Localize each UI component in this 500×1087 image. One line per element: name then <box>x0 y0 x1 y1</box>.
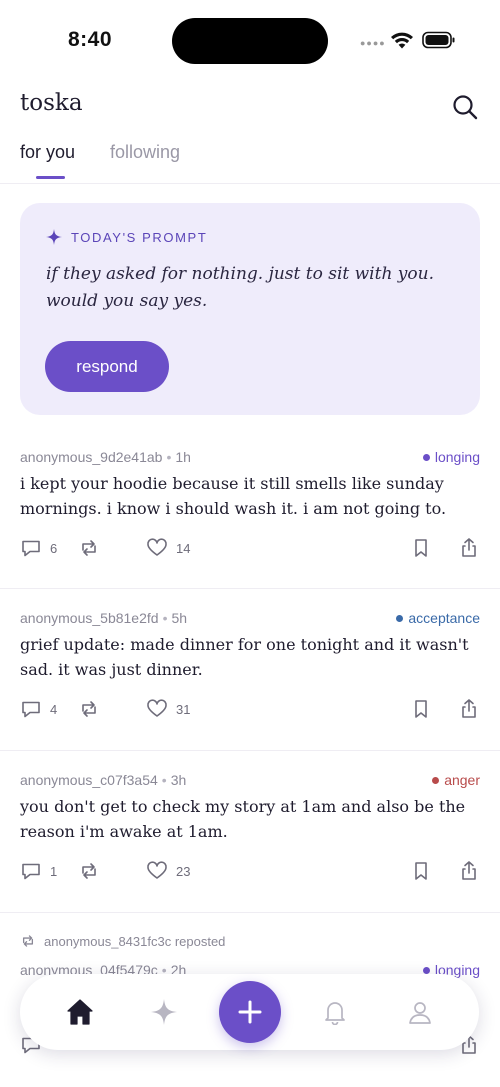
wifi-icon <box>391 32 413 49</box>
post-actions: 6 14 <box>20 537 480 563</box>
battery-icon <box>422 31 455 49</box>
nav-discover[interactable] <box>148 996 180 1028</box>
comment-icon <box>22 540 40 557</box>
tab-following[interactable]: following <box>110 142 180 163</box>
prompt-eyebrow: TODAY'S PROMPT <box>46 229 207 245</box>
home-icon <box>67 999 93 1025</box>
search-button[interactable] <box>450 92 482 124</box>
like-count: 31 <box>176 701 191 717</box>
create-post-button[interactable] <box>219 981 281 1043</box>
repost-button[interactable] <box>78 537 100 559</box>
status-bar: 8:40 ●●●● <box>0 0 500 80</box>
post-meta: anonymous_5b81e2fd • 5h <box>20 610 188 626</box>
tab-for-you[interactable]: for you <box>20 142 75 163</box>
comment-icon <box>22 701 40 718</box>
comment-button[interactable]: 1 <box>20 860 57 882</box>
post-author[interactable]: anonymous_c07f3a54 <box>20 772 158 788</box>
bell-icon <box>325 1002 345 1025</box>
mood-dot <box>422 966 430 974</box>
post-meta: anonymous_c07f3a54 • 3h <box>20 772 187 788</box>
post-card[interactable]: anonymous_5b81e2fd • 5h acceptance grief u… <box>0 610 500 751</box>
comment-count: 4 <box>50 701 58 717</box>
repost-icon <box>82 701 96 717</box>
mood-label: longing <box>434 449 480 465</box>
bookmark-button[interactable] <box>410 698 432 720</box>
search-icon <box>453 95 478 120</box>
like-button[interactable]: 23 <box>146 860 190 882</box>
sparkle-icon <box>46 229 62 245</box>
post-author[interactable]: anonymous_5b81e2fd <box>20 610 159 626</box>
repost-icon <box>82 540 96 556</box>
mood-tag[interactable]: acceptance <box>396 610 480 626</box>
nav-home[interactable] <box>64 996 96 1028</box>
reposted-indicator: anonymous_8431fc3c reposted <box>20 933 225 949</box>
like-button[interactable]: 14 <box>146 537 190 559</box>
comment-button[interactable]: 4 <box>20 698 57 720</box>
comment-button[interactable]: 6 <box>20 537 57 559</box>
todays-prompt-card: TODAY'S PROMPT if they asked for nothing… <box>20 203 480 415</box>
post-body: you don't get to check my story at 1am a… <box>20 797 466 841</box>
mood-dot <box>422 453 430 461</box>
reposted-by[interactable]: anonymous_8431fc3c reposted <box>44 934 225 949</box>
app-title: toska <box>20 90 83 116</box>
nav-profile[interactable] <box>404 996 436 1028</box>
repost-icon <box>22 935 34 947</box>
post-card[interactable]: anonymous_9d2e41ab • 1h longing i kept you… <box>0 449 500 589</box>
share-button[interactable] <box>458 537 480 559</box>
bookmark-button[interactable] <box>410 537 432 559</box>
post-body: grief update: made dinner for one tonigh… <box>20 635 469 679</box>
status-time: 8:40 <box>68 28 113 51</box>
share-icon <box>462 538 476 557</box>
nav-notifications[interactable] <box>319 996 351 1028</box>
like-button[interactable]: 31 <box>146 698 190 720</box>
like-count: 14 <box>176 540 191 556</box>
mood-label: acceptance <box>408 610 480 626</box>
post-actions: 4 31 <box>20 698 480 724</box>
prompt-text: if they asked for nothing. just to sit w… <box>46 264 434 311</box>
comment-icon <box>22 863 40 880</box>
post-card[interactable]: anonymous_c07f3a54 • 3h anger you don't ge… <box>0 772 500 913</box>
share-button[interactable] <box>458 860 480 882</box>
signal-icon: ●●●● <box>360 38 386 48</box>
prompt-label: TODAY'S PROMPT <box>71 229 208 245</box>
post-time: 5h <box>171 610 188 626</box>
mood-tag[interactable]: longing <box>422 449 480 465</box>
repost-button[interactable] <box>78 698 100 720</box>
post-actions: 1 23 <box>20 860 480 886</box>
heart-icon <box>147 861 167 879</box>
bookmark-icon <box>415 862 427 880</box>
active-tab-indicator <box>36 176 65 179</box>
comment-count: 6 <box>50 540 58 556</box>
bottom-nav <box>20 974 479 1050</box>
mood-label: anger <box>444 772 480 788</box>
mood-dot <box>396 614 404 622</box>
respond-button[interactable]: respond <box>45 341 169 392</box>
post-time: 3h <box>170 772 187 788</box>
like-count: 23 <box>176 863 191 879</box>
profile-icon <box>409 1002 431 1024</box>
repost-button[interactable] <box>78 860 100 882</box>
post-time: 1h <box>175 449 191 465</box>
bookmark-button[interactable] <box>410 860 432 882</box>
post-meta: anonymous_9d2e41ab • 1h <box>20 449 191 465</box>
comment-count: 1 <box>50 863 58 879</box>
status-icons: ●●●● <box>360 28 460 52</box>
share-icon <box>462 861 476 880</box>
mood-dot <box>432 776 440 784</box>
bookmark-icon <box>415 539 427 557</box>
dynamic-island <box>172 18 328 64</box>
heart-icon <box>147 699 167 717</box>
repost-icon <box>82 863 96 879</box>
bookmark-icon <box>415 700 427 718</box>
post-author[interactable]: anonymous_9d2e41ab <box>20 449 162 465</box>
post-body: i kept your hoodie because it still smel… <box>20 474 447 518</box>
heart-icon <box>147 538 167 556</box>
plus-icon <box>238 1000 262 1024</box>
mood-tag[interactable]: anger <box>432 772 480 788</box>
app-header: toska for you following <box>0 80 500 184</box>
sparkle-icon <box>151 999 177 1025</box>
share-button[interactable] <box>458 698 480 720</box>
share-icon <box>462 699 476 718</box>
